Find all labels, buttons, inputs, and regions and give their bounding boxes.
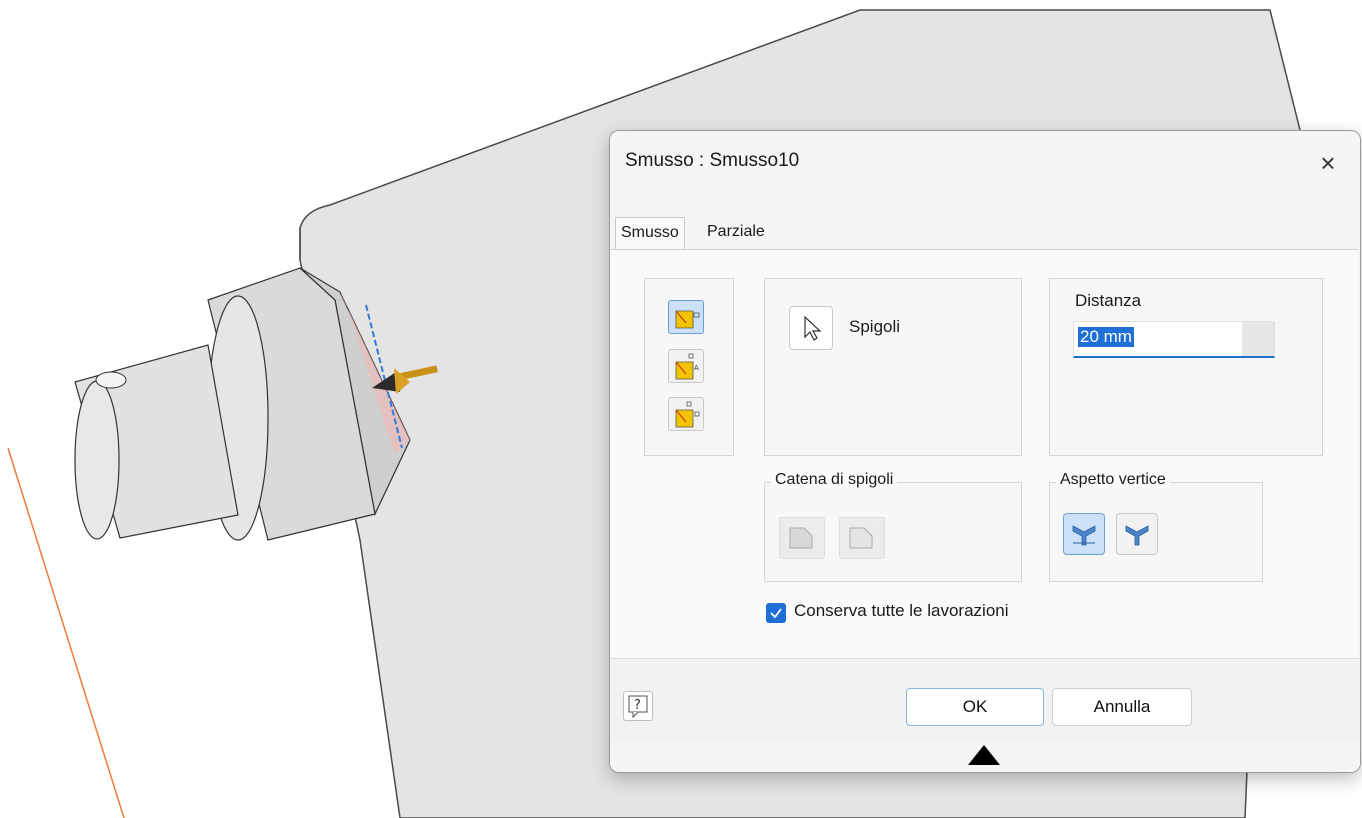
dialog-titlebar[interactable]: Smusso : Smusso10 ×: [610, 131, 1360, 193]
chamfer-dialog: Smusso : Smusso10 × Smusso Parziale A Sp…: [609, 130, 1361, 773]
distance-input[interactable]: 20 mm: [1073, 321, 1275, 358]
chain-edges-button[interactable]: [779, 517, 825, 559]
edges-select-button[interactable]: [789, 306, 833, 350]
help-icon: ?: [628, 695, 648, 719]
distance-mode-button[interactable]: [668, 300, 704, 334]
edge-chain-group: Catena di spigoli: [764, 471, 1022, 582]
two-distances-mode-icon: [675, 401, 700, 428]
distance-group: Distanza 20 mm: [1049, 278, 1323, 456]
corner-setback-button[interactable]: [1063, 513, 1105, 555]
svg-text:A: A: [694, 364, 699, 372]
distance-angle-mode-button[interactable]: A: [668, 349, 704, 383]
edges-group: Spigoli: [764, 278, 1022, 456]
dialog-content: A Spigoli Distanza 20 mm Catena di spigo…: [611, 249, 1358, 658]
preserve-features-checkbox[interactable]: [766, 603, 786, 623]
preserve-features-label[interactable]: Conserva tutte le lavorazioni: [794, 601, 1009, 621]
cursor-select-icon: [804, 315, 822, 341]
close-icon[interactable]: ×: [1310, 145, 1346, 181]
cancel-button[interactable]: Annulla: [1052, 688, 1192, 726]
dialog-title: Smusso : Smusso10: [625, 150, 800, 171]
distance-value: 20 mm: [1078, 327, 1134, 347]
corner-setback-icon: [1072, 525, 1096, 546]
single-edge-icon: [849, 527, 873, 549]
edge-chain-label: Catena di spigoli: [771, 471, 898, 489]
help-button[interactable]: ?: [623, 691, 653, 721]
distance-angle-mode-icon: A: [675, 353, 699, 380]
single-edge-button[interactable]: [839, 517, 885, 559]
corner-style-label: Aspetto vertice: [1056, 471, 1170, 489]
ok-button[interactable]: OK: [906, 688, 1044, 726]
corner-no-setback-icon: [1125, 525, 1149, 546]
checkmark-icon: [770, 608, 782, 619]
chain-edges-icon: [789, 527, 813, 549]
dialog-expand-strip: [610, 742, 1360, 772]
svg-text:?: ?: [634, 698, 641, 713]
two-distances-mode-button[interactable]: [668, 397, 704, 431]
corner-style-group: Aspetto vertice: [1049, 471, 1263, 582]
distance-mode-icon: [675, 310, 700, 329]
tab-parziale[interactable]: Parziale: [702, 217, 770, 247]
hole: [95, 371, 127, 389]
edges-label: Spigoli: [849, 317, 901, 336]
corner-no-setback-button[interactable]: [1116, 513, 1158, 555]
distance-label: Distanza: [1075, 291, 1142, 310]
chamfer-mode-group: A: [644, 278, 734, 456]
distance-dropdown[interactable]: [1242, 322, 1274, 356]
expand-arrow-icon[interactable]: [968, 745, 1000, 765]
dialog-footer: ? OK Annulla: [610, 658, 1360, 743]
tab-smusso[interactable]: Smusso: [615, 217, 685, 250]
